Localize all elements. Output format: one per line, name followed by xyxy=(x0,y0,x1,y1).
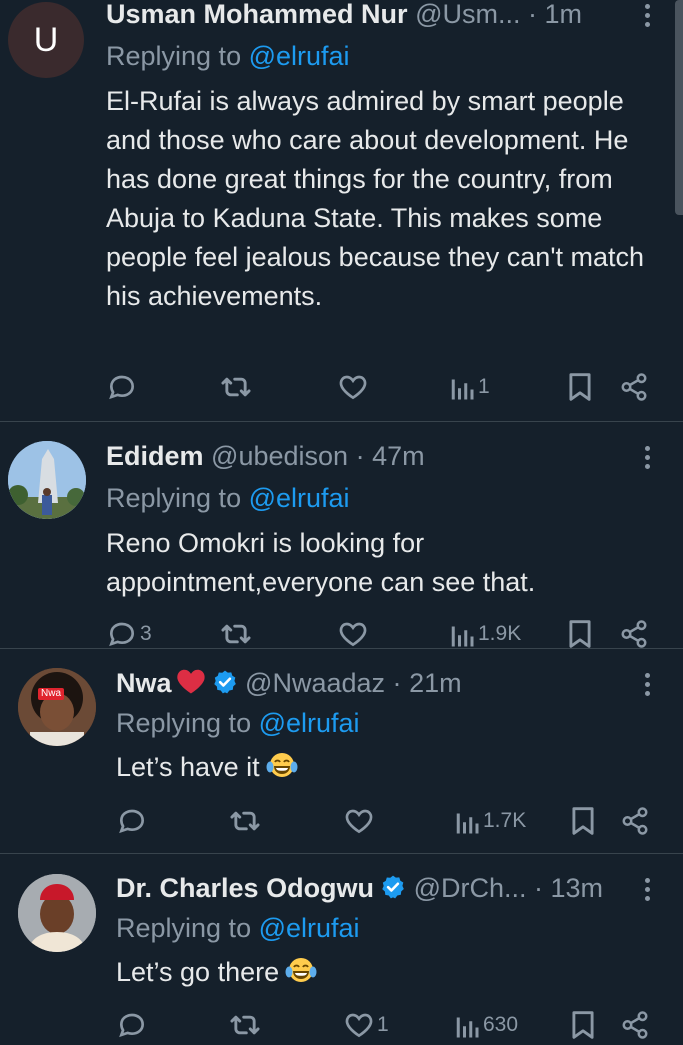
views-icon xyxy=(456,1017,479,1038)
replying-to-handle[interactable]: @elrufai xyxy=(249,483,350,513)
avatar[interactable]: Nwa xyxy=(18,668,96,746)
reply-icon xyxy=(109,622,135,647)
red-heart-emoji xyxy=(176,669,205,694)
replying-to-handle[interactable]: @elrufai xyxy=(259,913,360,943)
avatar[interactable] xyxy=(18,874,96,952)
tweet-text: Let’s go there xyxy=(116,957,280,987)
heart-icon xyxy=(339,622,367,647)
avatar-letter: U xyxy=(33,21,59,59)
tweet-nwa[interactable]: Nwa Nwa @Nwaadaz · 21m Replying to @elru… xyxy=(0,649,683,852)
bookmark-button[interactable] xyxy=(570,1005,596,1045)
timestamp[interactable]: 13m xyxy=(551,873,604,903)
repost-icon xyxy=(230,811,260,831)
timestamp[interactable]: 21m xyxy=(409,668,462,698)
bookmark-icon xyxy=(572,1011,594,1039)
reply-count: 3 xyxy=(140,622,152,645)
bookmark-icon xyxy=(569,620,591,648)
more-options-icon[interactable] xyxy=(645,4,653,31)
avatar[interactable]: U xyxy=(8,2,84,78)
tweet-edidem[interactable]: Edidem @ubedison · 47m Replying to @elru… xyxy=(0,422,683,648)
author-name[interactable]: Edidem xyxy=(106,441,204,471)
share-icon xyxy=(622,807,648,835)
reply-button[interactable] xyxy=(116,1005,148,1045)
avatar-photo xyxy=(18,668,96,746)
author-handle[interactable]: @Nwaadaz xyxy=(245,668,385,698)
reply-icon xyxy=(119,809,145,834)
repost-icon xyxy=(221,377,251,397)
timestamp[interactable]: 1m xyxy=(545,0,583,29)
share-icon xyxy=(621,620,647,648)
verified-badge-icon xyxy=(213,670,236,694)
separator: · xyxy=(528,0,537,29)
share-icon xyxy=(622,1011,648,1039)
author-handle[interactable]: @ubedison xyxy=(211,441,348,471)
bookmark-icon xyxy=(569,373,591,401)
like-button[interactable] xyxy=(337,367,369,407)
repost-icon xyxy=(230,1015,260,1035)
like-button[interactable] xyxy=(343,801,375,841)
views-icon xyxy=(451,379,474,400)
avatar-photo xyxy=(8,441,86,519)
laughing-tears-emoji xyxy=(266,753,298,777)
views-count: 630 xyxy=(483,1013,519,1036)
views-icon xyxy=(456,813,479,834)
bookmark-icon xyxy=(572,807,594,835)
replying-to-label: Replying to xyxy=(106,483,249,513)
heart-icon xyxy=(345,1013,373,1038)
repost-button[interactable] xyxy=(228,801,262,841)
separator: · xyxy=(392,668,402,698)
author-handle[interactable]: @Usm... xyxy=(415,0,520,29)
replying-to-handle[interactable]: @elrufai xyxy=(249,41,350,71)
tweet-text: Reno Omokri is looking for appointment,e… xyxy=(106,528,536,597)
timestamp[interactable]: 47m xyxy=(372,441,425,471)
verified-badge-icon xyxy=(382,875,404,899)
reply-icon xyxy=(119,1013,145,1038)
bookmark-button[interactable] xyxy=(570,801,596,841)
author-name[interactable]: Nwa xyxy=(116,668,172,698)
share-button[interactable] xyxy=(620,801,650,841)
repost-button[interactable] xyxy=(228,1005,262,1045)
share-button[interactable] xyxy=(619,367,649,407)
views-count: 1.9K xyxy=(478,622,522,645)
share-icon xyxy=(621,373,647,401)
tweet-text: El-Rufai is always admired by smart peop… xyxy=(106,86,645,311)
replying-to-label: Replying to xyxy=(116,913,259,943)
author-name[interactable]: Usman Mohammed Nur xyxy=(106,0,408,29)
share-button[interactable] xyxy=(620,1005,650,1045)
separator: · xyxy=(355,441,365,471)
views-button[interactable]: 1 xyxy=(450,367,490,407)
author-handle[interactable]: @DrCh... xyxy=(414,873,527,903)
avatar[interactable] xyxy=(8,441,86,519)
avatar-photo xyxy=(18,874,96,952)
reply-button[interactable] xyxy=(106,367,138,407)
avatar-badge: Nwa xyxy=(38,688,65,700)
heart-icon xyxy=(339,375,367,400)
views-button[interactable]: 630 xyxy=(455,1005,518,1045)
replying-to-handle[interactable]: @elrufai xyxy=(259,708,360,738)
repost-icon xyxy=(221,624,251,644)
views-count: 1.7K xyxy=(483,809,527,832)
author-name[interactable]: Dr. Charles Odogwu xyxy=(116,873,374,903)
tweet-charles-odogwu[interactable]: Dr. Charles Odogwu @DrCh... · 13m Replyi… xyxy=(0,854,683,1044)
views-button[interactable]: 1.7K xyxy=(455,801,526,841)
bookmark-button[interactable] xyxy=(567,367,593,407)
more-options-icon[interactable] xyxy=(645,878,653,905)
tweet-usman[interactable]: U Usman Mohammed Nur @Usm... · 1m Replyi… xyxy=(0,0,683,420)
heart-icon xyxy=(345,809,373,834)
views-count: 1 xyxy=(478,375,490,398)
views-icon xyxy=(451,626,474,647)
like-count: 1 xyxy=(377,1013,389,1036)
replying-to-label: Replying to xyxy=(116,708,259,738)
laughing-tears-emoji xyxy=(285,958,317,982)
reply-button[interactable] xyxy=(116,801,148,841)
tweet-text: Let’s have it xyxy=(116,752,260,782)
separator: · xyxy=(534,873,543,903)
more-options-icon[interactable] xyxy=(645,446,653,473)
more-options-icon[interactable] xyxy=(645,673,653,700)
reply-icon xyxy=(109,375,135,400)
repost-button[interactable] xyxy=(219,367,253,407)
like-button[interactable]: 1 xyxy=(343,1005,389,1045)
replying-to-label: Replying to xyxy=(106,41,249,71)
